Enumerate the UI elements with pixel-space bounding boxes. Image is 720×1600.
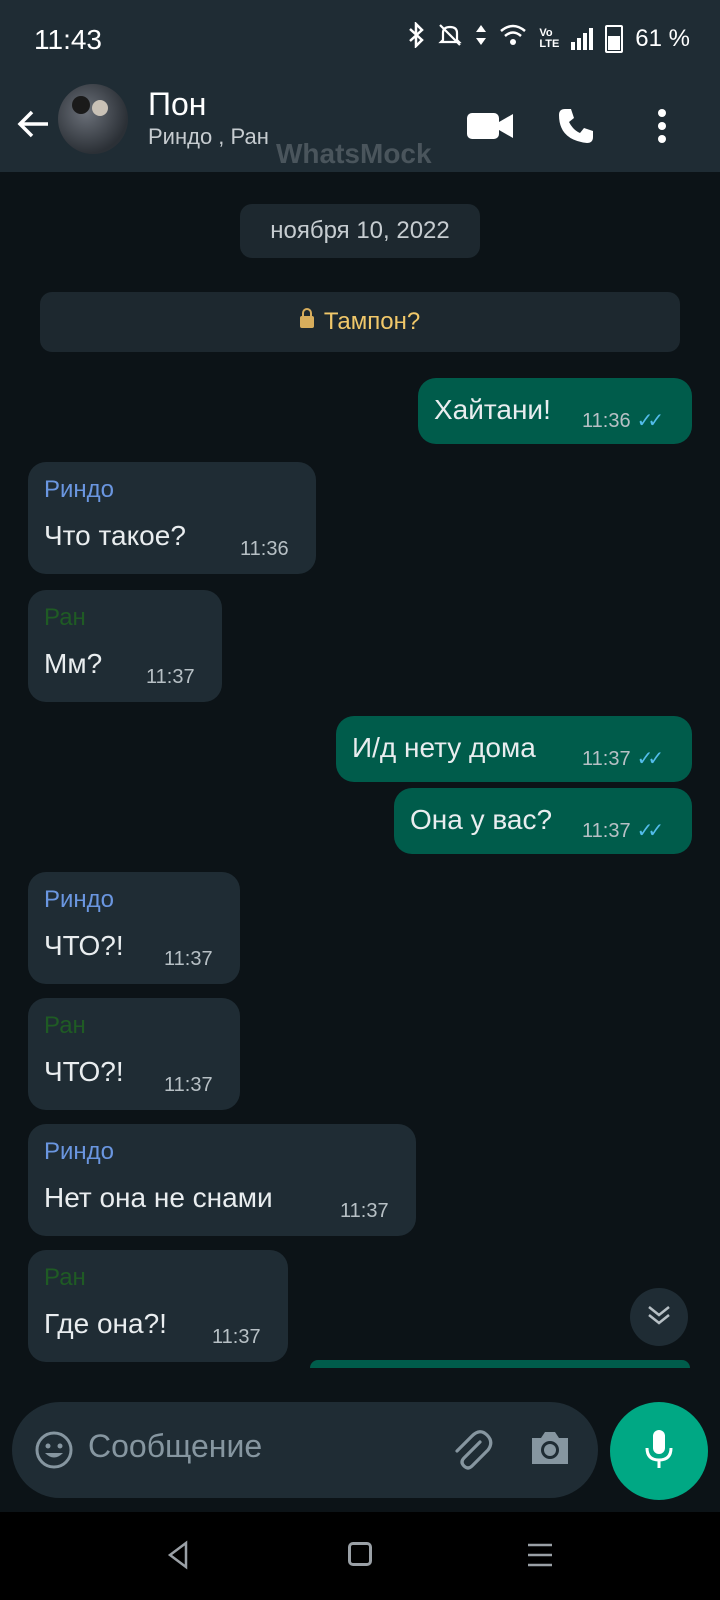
status-bar: 11:43 Vo LTE 61 % xyxy=(0,0,720,80)
message-sender: Риндо xyxy=(44,886,115,913)
bluetooth-icon xyxy=(407,20,425,55)
nav-back-icon[interactable] xyxy=(164,1540,194,1570)
system-message-text: Тампон? xyxy=(323,308,421,335)
message-text: ЧТО?! xyxy=(44,1056,124,1087)
data-arrows-icon xyxy=(475,23,487,54)
message-bubble-incoming[interactable]: Риндо ЧТО?! 11:37 xyxy=(28,872,240,984)
message-meta: 11:36 ✓✓ xyxy=(582,408,664,433)
nav-recents-icon[interactable] xyxy=(526,1540,554,1570)
message-sender: Ран xyxy=(44,604,86,631)
message-bubble-outgoing[interactable]: Хайтани! 11:36 ✓✓ xyxy=(418,378,692,444)
message-sender: Ран xyxy=(44,1264,86,1291)
group-avatar[interactable] xyxy=(58,84,128,154)
message-text: Мм? xyxy=(44,648,103,679)
read-ticks-icon: ✓✓ xyxy=(636,748,664,770)
emoji-icon[interactable] xyxy=(34,1430,74,1470)
wifi-icon xyxy=(499,24,527,53)
message-meta: 11:37 ✓✓ xyxy=(582,746,664,771)
message-time: 11:37 xyxy=(212,1326,261,1348)
message-time: 11:36 xyxy=(582,410,631,432)
message-meta: 11:37 ✓✓ xyxy=(582,818,664,843)
message-input[interactable]: Сообщение xyxy=(88,1428,262,1465)
message-time: 11:37 xyxy=(146,666,195,688)
video-call-icon[interactable] xyxy=(462,98,518,154)
battery-icon xyxy=(605,24,624,53)
attach-icon[interactable] xyxy=(450,1428,494,1472)
scroll-to-bottom-button[interactable] xyxy=(630,1288,688,1346)
nav-home-icon[interactable] xyxy=(348,1542,372,1566)
battery-percent: 61 % xyxy=(635,24,690,52)
voice-call-icon[interactable] xyxy=(548,98,604,154)
message-bubble-incoming[interactable]: Ран Где она?! 11:37 xyxy=(28,1250,288,1362)
message-time: 11:37 xyxy=(164,948,213,970)
message-time: 11:37 xyxy=(340,1200,389,1222)
message-text: Что такое? xyxy=(44,520,186,551)
message-text: ЧТО?! xyxy=(44,930,124,961)
system-navigation-bar xyxy=(0,1512,720,1600)
volte-icon: Vo LTE xyxy=(539,26,560,50)
double-chevron-down-icon xyxy=(646,1304,672,1331)
message-text: Она у вас? xyxy=(410,804,553,835)
status-icons: Vo LTE 61 % xyxy=(407,20,690,55)
read-ticks-icon: ✓✓ xyxy=(636,410,664,432)
message-bubble-incoming[interactable]: Ран ЧТО?! 11:37 xyxy=(28,998,240,1110)
microphone-icon xyxy=(644,1428,674,1475)
message-time: 11:36 xyxy=(240,538,289,560)
message-time: 11:37 xyxy=(582,820,631,842)
message-sender: Риндо xyxy=(44,1138,115,1165)
chat-participants[interactable]: Риндо , Ран xyxy=(148,124,269,150)
message-text: Нет она не снами xyxy=(44,1182,273,1213)
message-time: 11:37 xyxy=(164,1074,213,1096)
chat-title[interactable]: Пон xyxy=(148,86,206,123)
camera-icon[interactable] xyxy=(528,1428,576,1472)
mute-notifications-icon xyxy=(437,22,463,55)
message-sender: Риндо xyxy=(44,476,115,503)
message-bubble-outgoing[interactable]: Она у вас? 11:37 ✓✓ xyxy=(394,788,692,854)
message-text: Хайтани! xyxy=(434,394,551,425)
message-bubble-outgoing-partial xyxy=(310,1360,690,1368)
message-sender: Ран xyxy=(44,1012,86,1039)
message-bubble-incoming[interactable]: Риндо Нет она не снами 11:37 xyxy=(28,1124,416,1236)
message-bubble-incoming[interactable]: Ран Мм? 11:37 xyxy=(28,590,222,702)
status-time: 11:43 xyxy=(34,24,102,55)
voice-message-button[interactable] xyxy=(610,1402,708,1500)
read-ticks-icon: ✓✓ xyxy=(636,820,664,842)
message-bubble-outgoing[interactable]: И/д нету дома 11:37 ✓✓ xyxy=(336,716,692,782)
message-bubble-incoming[interactable]: Риндо Что такое? 11:36 xyxy=(28,462,316,574)
more-options-icon[interactable] xyxy=(634,98,690,154)
encryption-notice[interactable]: Тампон? xyxy=(40,292,680,352)
message-text: И/д нету дома xyxy=(352,732,536,763)
message-time: 11:37 xyxy=(582,748,631,770)
message-composer: Сообщение xyxy=(12,1402,598,1498)
signal-icon xyxy=(571,27,594,50)
lock-icon xyxy=(299,308,314,328)
watermark: WhatsMock xyxy=(276,138,432,169)
chat-area[interactable]: ноября 10, 2022 Тампон? Хайтани! 11:36 ✓✓… xyxy=(0,172,720,1512)
back-arrow-icon[interactable] xyxy=(16,102,56,146)
date-chip: ноября 10, 2022 xyxy=(240,204,480,258)
message-text: Где она?! xyxy=(44,1308,167,1339)
